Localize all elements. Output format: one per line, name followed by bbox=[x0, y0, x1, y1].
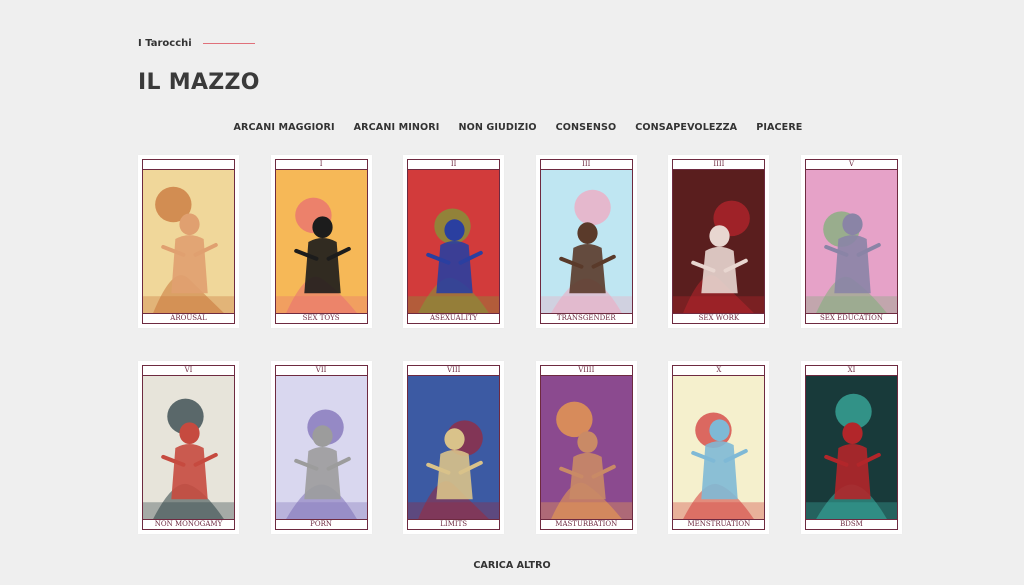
filter-nav: ARCANI MAGGIORI ARCANI MINORI NON GIUDIZ… bbox=[0, 122, 1024, 133]
card-illustration bbox=[143, 170, 234, 313]
card-illustration bbox=[540, 376, 632, 519]
card-name: SEX TOYS bbox=[275, 313, 367, 323]
tarot-card[interactable]: X MENSTRUATION bbox=[668, 361, 770, 534]
tarot-card[interactable]: V SEX EDUCATION bbox=[800, 155, 902, 328]
card-illustration bbox=[540, 170, 632, 313]
filter-consapevolezza[interactable]: CONSAPEVOLEZZA bbox=[635, 122, 737, 133]
card-frame: V SEX EDUCATION bbox=[804, 159, 898, 324]
card-name: MENSTRUATION bbox=[673, 519, 765, 529]
card-number: VIIII bbox=[540, 366, 632, 376]
filter-non-giudizio[interactable]: NON GIUDIZIO bbox=[458, 122, 536, 133]
card-frame: III TRANSGENDER bbox=[539, 159, 633, 324]
card-name: SEX EDUCATION bbox=[805, 313, 897, 323]
card-frame: AROUSAL bbox=[142, 159, 235, 324]
card-number: XI bbox=[805, 366, 897, 376]
card-frame: VIII LIMITS bbox=[407, 365, 501, 530]
tarot-card[interactable]: VII PORN bbox=[270, 361, 372, 534]
card-number: IIII bbox=[673, 160, 765, 170]
load-more: CARICA ALTRO bbox=[0, 553, 1024, 572]
card-frame: VII PORN bbox=[274, 365, 368, 530]
card-number: X bbox=[673, 366, 765, 376]
card-name: NON MONOGAMY bbox=[143, 519, 234, 529]
tarot-card[interactable]: IIII SEX WORK bbox=[668, 155, 770, 328]
card-frame: VIIII MASTURBATION bbox=[539, 365, 633, 530]
card-illustration bbox=[673, 376, 765, 519]
card-name: AROUSAL bbox=[143, 313, 234, 323]
card-number bbox=[143, 160, 234, 170]
breadcrumb-divider bbox=[202, 43, 255, 44]
card-name: BDSM bbox=[805, 519, 897, 529]
filter-piacere[interactable]: PIACERE bbox=[756, 122, 802, 133]
tarot-card[interactable]: XI BDSM bbox=[800, 361, 902, 534]
card-number: I bbox=[275, 160, 367, 170]
card-frame: X MENSTRUATION bbox=[672, 365, 766, 530]
breadcrumb-label[interactable]: I Tarocchi bbox=[138, 38, 192, 49]
tarot-card[interactable]: VIIII MASTURBATION bbox=[535, 361, 637, 534]
filter-arcani-minori[interactable]: ARCANI MINORI bbox=[354, 122, 440, 133]
tarot-card[interactable]: VIII LIMITS bbox=[403, 361, 505, 534]
card-number: II bbox=[408, 160, 500, 170]
page-title: IL MAZZO bbox=[138, 70, 260, 95]
card-frame: VI NON MONOGAMY bbox=[142, 365, 235, 530]
card-illustration bbox=[673, 170, 765, 313]
card-number: III bbox=[540, 160, 632, 170]
card-grid: AROUSAL I SEX TOYS II ASEXUALITY III TRANSGEND… bbox=[138, 155, 902, 534]
load-more-button[interactable]: CARICA ALTRO bbox=[473, 560, 550, 571]
tarot-card[interactable]: I SEX TOYS bbox=[270, 155, 372, 328]
tarot-card[interactable]: VI NON MONOGAMY bbox=[138, 361, 239, 534]
breadcrumb: I Tarocchi bbox=[138, 38, 255, 49]
card-illustration bbox=[805, 376, 897, 519]
card-illustration bbox=[408, 170, 500, 313]
card-illustration bbox=[143, 376, 234, 519]
card-name: MASTURBATION bbox=[540, 519, 632, 529]
card-name: PORN bbox=[275, 519, 367, 529]
card-number: VII bbox=[275, 366, 367, 376]
card-frame: II ASEXUALITY bbox=[407, 159, 501, 324]
card-illustration bbox=[408, 376, 500, 519]
card-name: ASEXUALITY bbox=[408, 313, 500, 323]
card-name: TRANSGENDER bbox=[540, 313, 632, 323]
tarot-card[interactable]: III TRANSGENDER bbox=[535, 155, 637, 328]
tarot-card[interactable]: II ASEXUALITY bbox=[403, 155, 505, 328]
card-frame: IIII SEX WORK bbox=[672, 159, 766, 324]
card-frame: I SEX TOYS bbox=[274, 159, 368, 324]
filter-arcani-maggiori[interactable]: ARCANI MAGGIORI bbox=[234, 122, 335, 133]
card-name: SEX WORK bbox=[673, 313, 765, 323]
card-illustration bbox=[805, 170, 897, 313]
tarot-card[interactable]: AROUSAL bbox=[138, 155, 239, 328]
card-number: V bbox=[805, 160, 897, 170]
card-frame: XI BDSM bbox=[804, 365, 898, 530]
card-illustration bbox=[275, 376, 367, 519]
card-name: LIMITS bbox=[408, 519, 500, 529]
card-number: VI bbox=[143, 366, 234, 376]
card-illustration bbox=[275, 170, 367, 313]
card-number: VIII bbox=[408, 366, 500, 376]
filter-consenso[interactable]: CONSENSO bbox=[556, 122, 617, 133]
